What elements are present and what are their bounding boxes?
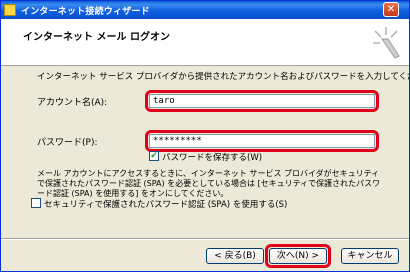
save-password-checkbox[interactable]: ✔	[149, 151, 159, 161]
next-button[interactable]: 次へ(N) >	[269, 248, 327, 264]
wizard-sparkle-icon	[373, 27, 400, 59]
instruction-text: インターネット サービス プロバイダから提供されたアカウント名およびパスワードを…	[37, 72, 410, 82]
checkmark-icon: ✔	[150, 151, 158, 161]
wizard-app-icon	[4, 4, 16, 16]
spa-explanation-text: メール アカウントにアクセスするときに、インターネット サービス プロバイダがセ…	[37, 169, 381, 198]
spa-label[interactable]: セキュリティで保護されたパスワード認証 (SPA) を使用する(S)	[44, 198, 287, 210]
password-field[interactable]: *********	[149, 134, 375, 148]
wizard-header: インターネット メール ログオン	[1, 19, 409, 66]
button-divider	[1, 238, 409, 240]
spa-checkbox[interactable]	[31, 198, 41, 208]
close-button[interactable]: ✕	[383, 2, 399, 17]
wizard-window: インターネット接続ウィザード ✕ インターネット メール ログオン インターネッ…	[0, 0, 410, 272]
account-name-label: アカウント名(A):	[37, 98, 108, 108]
page-title: インターネット メール ログオン	[23, 32, 170, 43]
window-title: インターネット接続ウィザード	[21, 7, 150, 17]
account-name-field[interactable]: taro	[149, 94, 375, 108]
save-password-label[interactable]: パスワードを保存する(W)	[162, 151, 262, 163]
back-button[interactable]: < 戻る(B)	[206, 248, 264, 264]
cancel-button[interactable]: キャンセル	[341, 248, 399, 264]
password-label: パスワード(P):	[37, 138, 98, 148]
title-bar[interactable]: インターネット接続ウィザード ✕	[1, 1, 409, 19]
